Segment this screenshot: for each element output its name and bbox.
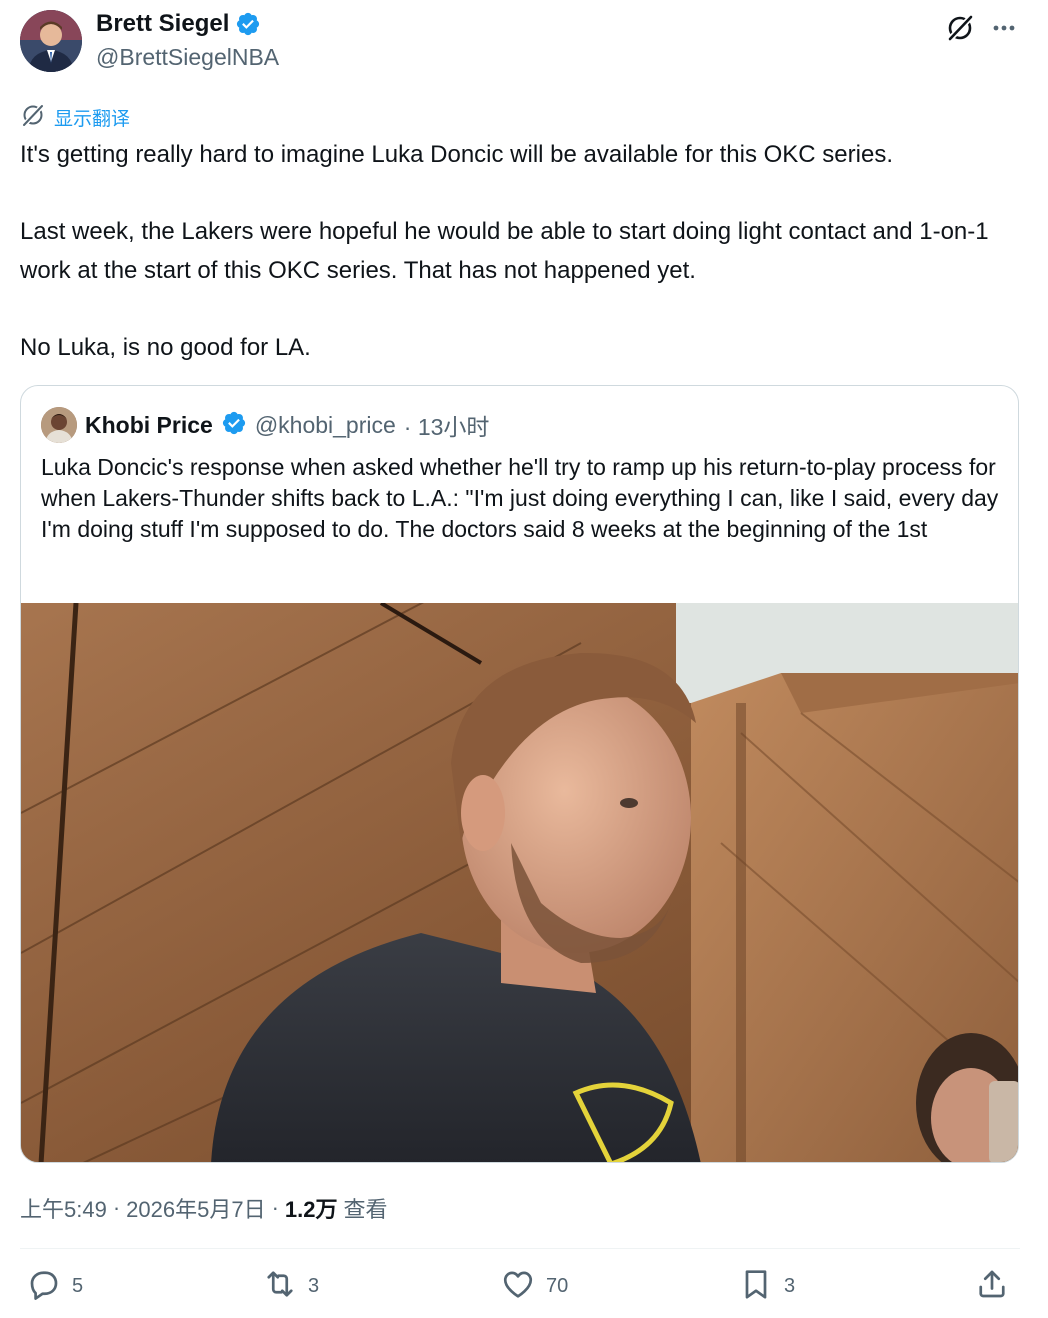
- author-display-name[interactable]: Brett Siegel: [96, 10, 229, 38]
- tweet-meta: 上午5:49 · 2026年5月7日 · 1.2万 查看: [20, 1192, 388, 1224]
- quoted-tweet-text: Luka Doncic's response when asked whethe…: [41, 454, 999, 543]
- author-avatar[interactable]: [20, 10, 82, 72]
- show-translation-button[interactable]: 显示翻译: [20, 102, 130, 133]
- tweet-header: Brett Siegel @BrettSiegelNBA: [0, 0, 1048, 90]
- repost-count: 3: [308, 1274, 320, 1297]
- quoted-author-avatar[interactable]: [41, 407, 77, 443]
- meta-separator: ·: [112, 1195, 121, 1220]
- repost-icon: [262, 1266, 298, 1307]
- author-handle[interactable]: @BrettSiegelNBA: [96, 44, 279, 71]
- tweet-paragraph-1: It's getting really hard to imagine Luka…: [20, 141, 893, 168]
- verified-badge-icon: [221, 410, 247, 441]
- reply-button[interactable]: 5: [26, 1262, 83, 1310]
- quoted-author-display-name: Khobi Price: [85, 411, 213, 438]
- translate-icon: [20, 102, 46, 133]
- bookmark-icon: [738, 1266, 774, 1307]
- bookmark-count: 3: [784, 1274, 796, 1297]
- divider: [20, 1248, 1020, 1249]
- reply-icon: [26, 1266, 62, 1307]
- quoted-author-handle: @khobi_price: [254, 411, 396, 438]
- heart-icon: [500, 1266, 536, 1307]
- quoted-tweet[interactable]: Khobi Price @khobi_price · 13小时 Luka Don…: [20, 385, 1019, 1163]
- share-button[interactable]: [974, 1262, 1010, 1310]
- tweet-date[interactable]: 2026年5月7日: [126, 1192, 265, 1224]
- quoted-tweet-header: Khobi Price @khobi_price · 13小时: [41, 406, 489, 444]
- more-dots-icon[interactable]: [986, 10, 1022, 46]
- repost-button[interactable]: 3: [262, 1262, 319, 1310]
- bookmark-button[interactable]: 3: [738, 1262, 795, 1310]
- translate-label: 显示翻译: [54, 109, 131, 130]
- grok-icon[interactable]: [942, 10, 978, 46]
- quoted-tweet-time: · 13小时: [403, 414, 490, 440]
- tweet-time[interactable]: 上午5:49: [20, 1192, 107, 1224]
- like-count: 70: [546, 1274, 569, 1297]
- action-bar: 5 3 70 3: [0, 1262, 1048, 1310]
- like-button[interactable]: 70: [500, 1262, 568, 1310]
- tweet-text: It's getting really hard to imagine Luka…: [20, 136, 1020, 367]
- view-count: 1.2万: [284, 1197, 338, 1222]
- author-name-row: Brett Siegel: [96, 10, 261, 38]
- share-icon: [974, 1266, 1010, 1307]
- reply-count: 5: [72, 1274, 84, 1297]
- verified-badge-icon: [235, 11, 261, 37]
- tweet-paragraph-3: No Luka, is no good for LA.: [20, 333, 311, 361]
- views-label: 查看: [343, 1197, 388, 1222]
- tweet-paragraph-2: Last week, the Lakers were hopeful he wo…: [20, 218, 989, 284]
- quoted-tweet-photo[interactable]: [21, 603, 1018, 1162]
- meta-separator: ·: [271, 1195, 279, 1220]
